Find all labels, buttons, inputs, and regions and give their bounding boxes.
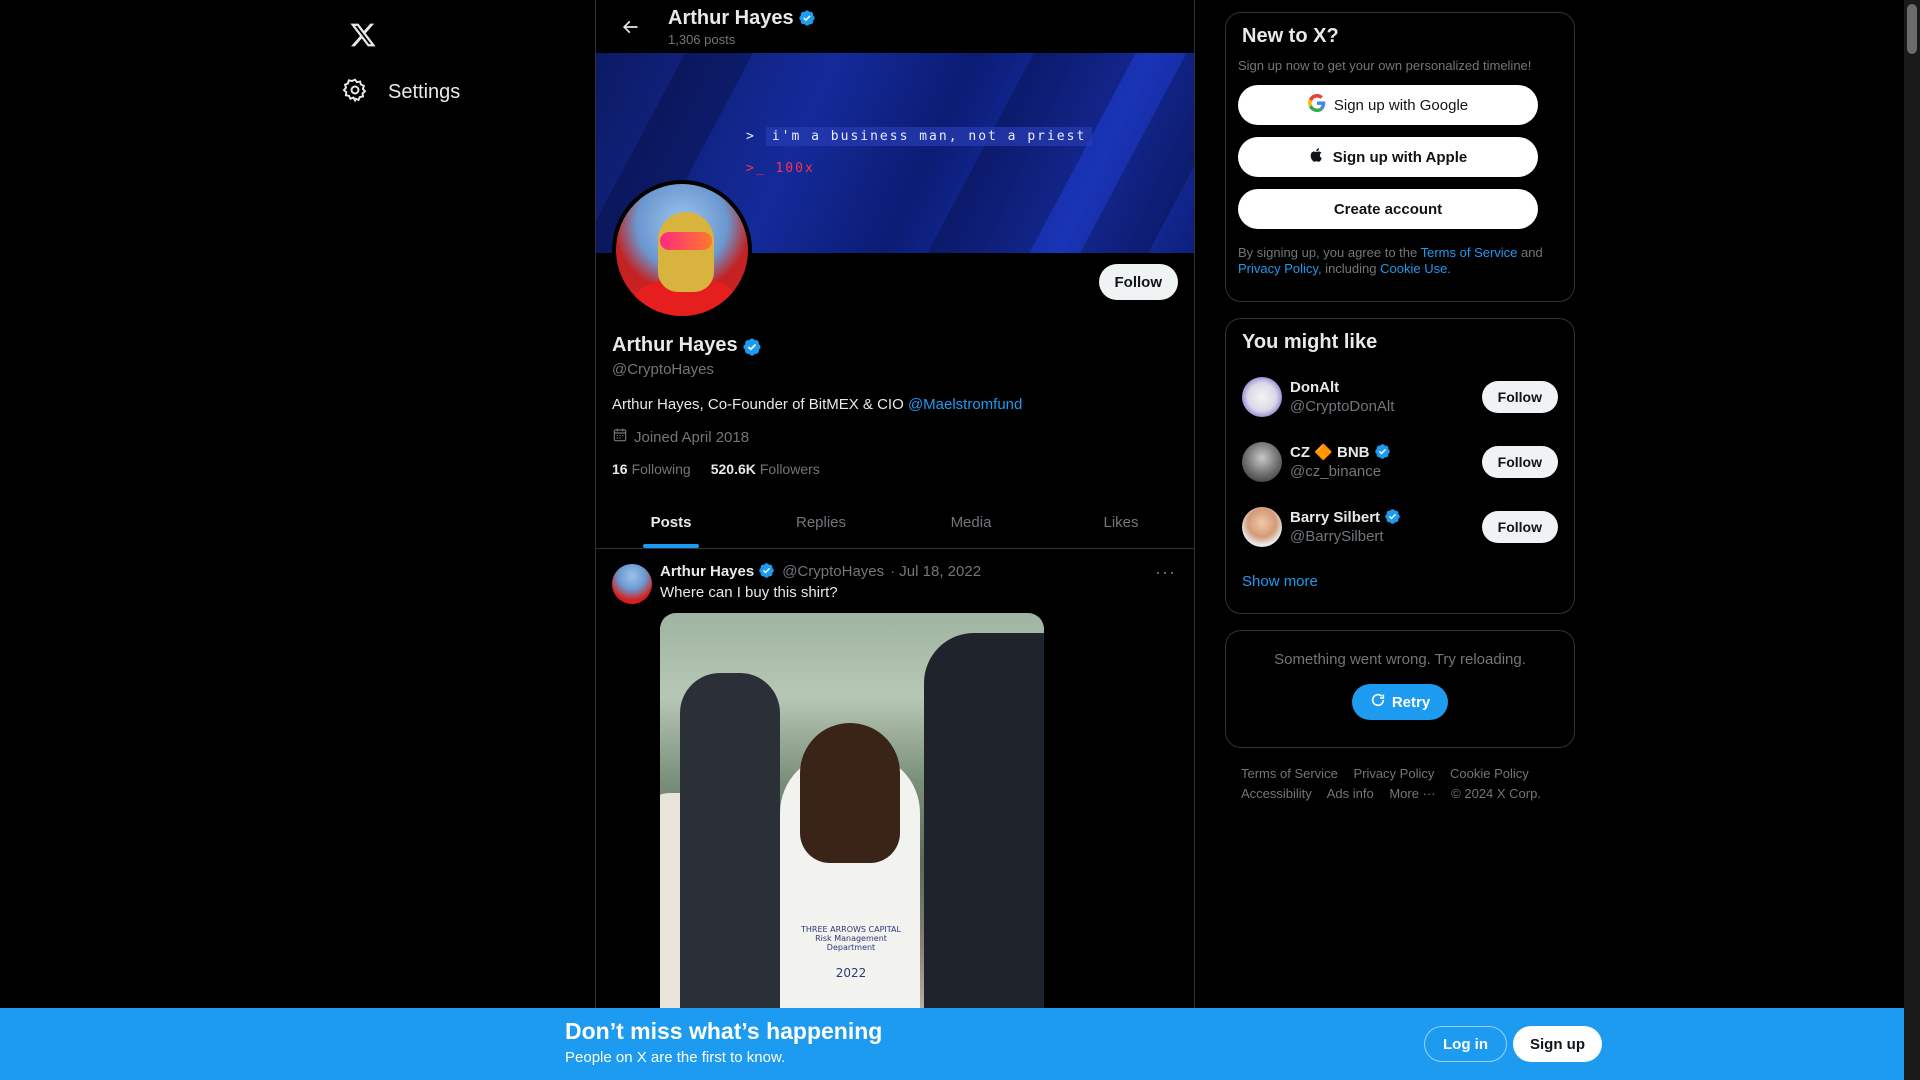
create-account-button[interactable]: Create account bbox=[1238, 189, 1538, 229]
shirt-print: THREE ARROWS CAPITAL Risk Management Dep… bbox=[801, 925, 901, 980]
banner-line-2: >_ 100x bbox=[746, 161, 815, 176]
suggestion-name: Barry Silbert bbox=[1290, 508, 1381, 526]
tweet-author-name[interactable]: Arthur Hayes bbox=[660, 563, 754, 580]
avatar[interactable] bbox=[1242, 441, 1282, 482]
following-link[interactable]: 16 Following bbox=[612, 461, 691, 477]
tab-media[interactable]: Media bbox=[896, 496, 1046, 548]
you-might-like-card: You might like DonAlt @CryptoDonAlt Foll… bbox=[1225, 318, 1575, 614]
footer-ads-info-link[interactable]: Ads info bbox=[1327, 786, 1374, 801]
you-might-like-title: You might like bbox=[1242, 331, 1378, 353]
retry-button[interactable]: Retry bbox=[1351, 684, 1449, 720]
profile-header: Arthur Hayes 1,306 posts bbox=[596, 0, 1194, 53]
suggestion-name: CZ 🔶 BNB bbox=[1290, 444, 1370, 461]
verified-badge-icon[interactable] bbox=[742, 337, 761, 356]
tweet-date[interactable]: · Jul 18, 2022 bbox=[890, 563, 981, 580]
apple-icon bbox=[1309, 146, 1325, 168]
avatar[interactable] bbox=[1242, 376, 1282, 417]
login-button[interactable]: Log in bbox=[1424, 1026, 1507, 1062]
calendar-icon bbox=[612, 427, 628, 447]
nav-settings-label: Settings bbox=[388, 80, 461, 103]
terms-link[interactable]: Terms of Service bbox=[1421, 245, 1518, 260]
posts-count: 1,306 posts bbox=[668, 31, 736, 47]
google-icon bbox=[1307, 94, 1326, 116]
avatar[interactable] bbox=[1242, 506, 1282, 547]
tweet[interactable]: Arthur Hayes @CryptoHayes · Jul 18, 2022… bbox=[596, 550, 1194, 1045]
more-options-icon[interactable]: ··· bbox=[1155, 562, 1176, 583]
suggestion-handle: @CryptoDonAlt bbox=[1290, 397, 1395, 415]
footer-accessibility-link[interactable]: Accessibility bbox=[1241, 786, 1312, 801]
footer-terms-link[interactable]: Terms of Service bbox=[1241, 766, 1338, 781]
suggestion-handle: @cz_binance bbox=[1290, 463, 1382, 480]
footer-privacy-link[interactable]: Privacy Policy bbox=[1353, 766, 1434, 781]
tab-replies[interactable]: Replies bbox=[746, 496, 896, 548]
verified-badge-icon bbox=[798, 9, 816, 27]
show-more-link[interactable]: Show more bbox=[1242, 573, 1558, 590]
footer-cookie-link[interactable]: Cookie Policy bbox=[1450, 766, 1529, 781]
profile-tabs: Posts Replies Media Likes bbox=[596, 496, 1194, 549]
back-arrow-icon[interactable] bbox=[612, 9, 648, 45]
suggestion-cz-binance[interactable]: CZ 🔶 BNB @cz_binance Follow bbox=[1242, 429, 1558, 494]
profile-handle: @CryptoHayes bbox=[612, 361, 714, 378]
banner-line-1: > i'm a business man, not a priest bbox=[746, 127, 1093, 146]
verified-badge-icon bbox=[758, 562, 776, 580]
scrollbar-thumb[interactable] bbox=[1907, 4, 1917, 54]
footer-more-link[interactable]: More ··· bbox=[1389, 786, 1435, 801]
follow-button[interactable]: Follow bbox=[1481, 380, 1558, 413]
error-card: Something went wrong. Try reloading. Ret… bbox=[1225, 630, 1575, 748]
profile-bio: Arthur Hayes, Co-Founder of BitMEX & CIO… bbox=[612, 396, 1023, 413]
suggestion-donalt[interactable]: DonAlt @CryptoDonAlt Follow bbox=[1242, 364, 1558, 429]
tweet-photo[interactable]: THREE ARROWS CAPITAL Risk Management Dep… bbox=[660, 613, 1044, 1033]
follow-button[interactable]: Follow bbox=[1481, 445, 1558, 478]
followers-link[interactable]: 520.6K Followers bbox=[711, 461, 820, 477]
x-logo-icon[interactable] bbox=[338, 10, 388, 60]
suggestion-barry-silbert[interactable]: Barry Silbert @BarrySilbert Follow bbox=[1242, 494, 1558, 559]
signup-banner-title: Don’t miss what’s happening bbox=[565, 1018, 883, 1044]
signup-button[interactable]: Sign up bbox=[1513, 1026, 1602, 1062]
profile-name: Arthur Hayes bbox=[612, 334, 738, 356]
refresh-icon bbox=[1370, 692, 1386, 712]
nav-settings[interactable]: Settings bbox=[330, 66, 472, 118]
signup-banner: Don’t miss what’s happening People on X … bbox=[0, 1008, 1904, 1080]
header-name: Arthur Hayes bbox=[668, 6, 794, 29]
follow-button[interactable]: Follow bbox=[1481, 510, 1558, 543]
bio-mention-link[interactable]: @Maelstromfund bbox=[908, 396, 1022, 413]
right-sidebar: New to X? Sign up now to get your own pe… bbox=[1225, 12, 1575, 804]
signup-legal-text: By signing up, you agree to the Terms of… bbox=[1238, 245, 1543, 276]
profile-column: Arthur Hayes 1,306 posts > i'm a business… bbox=[595, 0, 1195, 1080]
signup-banner-subtitle: People on X are the first to know. bbox=[565, 1049, 786, 1066]
verified-badge-icon bbox=[1384, 508, 1402, 526]
privacy-link[interactable]: Privacy Policy bbox=[1238, 261, 1318, 276]
left-nav: Settings bbox=[330, 0, 595, 1080]
new-to-x-subtitle: Sign up now to get your own personalized… bbox=[1238, 58, 1532, 73]
profile-info: Arthur Hayes @CryptoHayes Arthur Hayes, … bbox=[612, 334, 1180, 477]
follow-stats: 16 Following 520.6K Followers bbox=[612, 461, 1180, 477]
tab-posts[interactable]: Posts bbox=[596, 496, 746, 548]
new-to-x-title: New to X? bbox=[1242, 25, 1339, 47]
tweet-avatar[interactable] bbox=[612, 564, 652, 604]
tweet-text: Where can I buy this shirt? bbox=[660, 584, 838, 601]
gear-icon bbox=[342, 77, 368, 108]
new-to-x-card: New to X? Sign up now to get your own pe… bbox=[1225, 12, 1575, 302]
profile-avatar[interactable] bbox=[612, 180, 752, 320]
error-message: Something went wrong. Try reloading. bbox=[1274, 651, 1526, 668]
signup-google-button[interactable]: Sign up with Google bbox=[1238, 85, 1538, 125]
cookie-use-link[interactable]: Cookie Use. bbox=[1380, 261, 1451, 276]
verified-badge-icon bbox=[1374, 443, 1392, 461]
suggestion-handle: @BarrySilbert bbox=[1290, 528, 1384, 545]
footer-links: Terms of Service Privacy Policy Cookie P… bbox=[1225, 764, 1575, 804]
joined-date: Joined April 2018 bbox=[612, 427, 1180, 447]
page-scrollbar[interactable] bbox=[1904, 0, 1920, 1080]
suggestion-name: DonAlt bbox=[1290, 378, 1340, 396]
tab-likes[interactable]: Likes bbox=[1046, 496, 1194, 548]
tweet-author-handle[interactable]: @CryptoHayes bbox=[782, 563, 884, 580]
follow-button[interactable]: Follow bbox=[1098, 264, 1178, 300]
signup-apple-button[interactable]: Sign up with Apple bbox=[1238, 137, 1538, 177]
footer-copyright: © 2024 X Corp. bbox=[1451, 786, 1541, 801]
